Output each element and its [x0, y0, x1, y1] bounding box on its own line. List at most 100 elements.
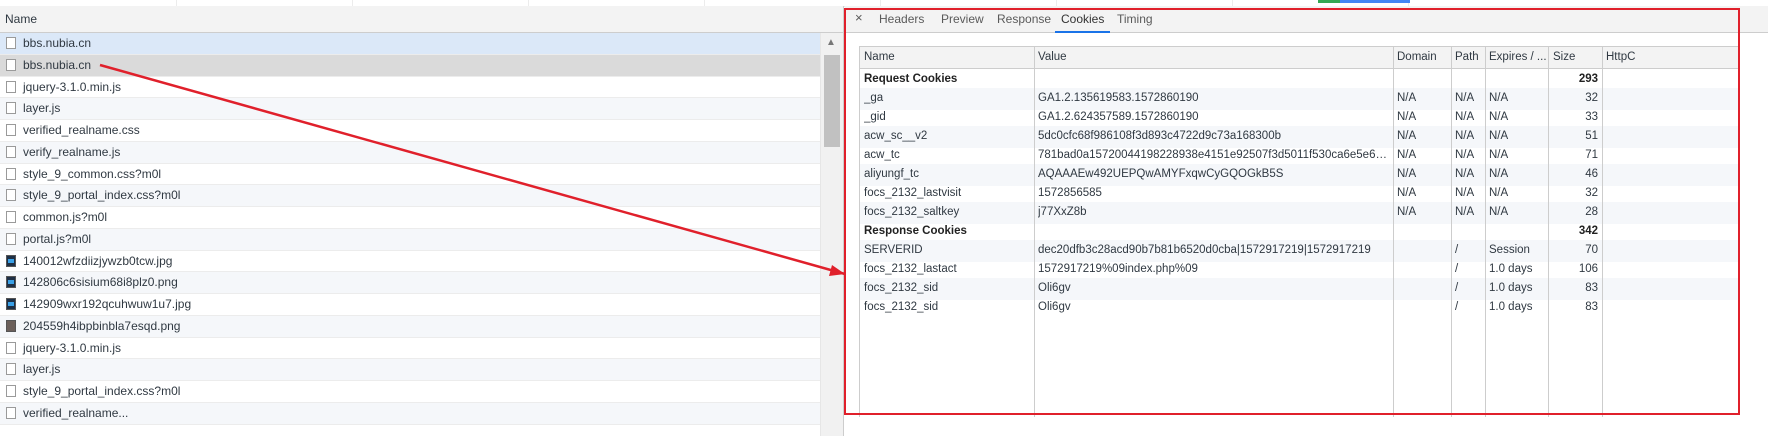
tab-headers[interactable]: Headers: [879, 12, 924, 26]
list-item[interactable]: jquery-3.1.0.min.js: [0, 338, 820, 360]
cookie-value: AQAAAEw492UEPQwAMYFxqwCyGQOGkB5S: [1038, 168, 1284, 180]
close-icon[interactable]: ×: [855, 10, 863, 25]
cookie-size: 106: [1578, 263, 1598, 275]
cookie-domain: N/A: [1397, 149, 1417, 161]
request-name: 140012wfzdiizjywzb0tcw.jpg: [23, 253, 173, 268]
cookie-expires: N/A: [1489, 187, 1509, 199]
document-icon: [6, 341, 16, 354]
timeline-bar-blue: [1340, 0, 1410, 3]
column-header-expires[interactable]: Expires / ...: [1489, 51, 1547, 63]
tab-cookies[interactable]: Cookies: [1054, 12, 1111, 33]
list-item[interactable]: 204559h4ibpbinbla7esqd.png: [0, 315, 820, 338]
scroll-thumb[interactable]: [824, 55, 840, 147]
cookies-table-header: Name Value Domain Path Expires / ... Siz…: [860, 47, 1738, 69]
list-item[interactable]: layer.js: [0, 359, 820, 381]
list-item[interactable]: jquery-3.1.0.min.js: [0, 77, 820, 99]
cookie-expires: N/A: [1489, 111, 1509, 123]
column-header-httponly[interactable]: HttpC: [1606, 51, 1646, 63]
document-icon: [6, 232, 16, 245]
scroll-up-arrow-icon[interactable]: ▲: [826, 37, 836, 48]
request-name: jquery-3.1.0.min.js: [23, 79, 122, 94]
tab-timing[interactable]: Timing: [1117, 12, 1153, 26]
list-item[interactable]: 140012wfzdiizjywzb0tcw.jpg: [0, 251, 820, 273]
cookie-domain: N/A: [1397, 206, 1417, 218]
list-item[interactable]: layer.js: [0, 98, 820, 120]
cookie-size: 71: [1585, 149, 1598, 161]
cookie-value: GA1.2.624357589.1572860190: [1038, 111, 1199, 123]
list-item[interactable]: 142806c6sisium68i8plz0.png: [0, 272, 820, 294]
request-list-scrollbar[interactable]: ▲: [820, 33, 843, 436]
list-item[interactable]: bbs.nubia.cn: [0, 54, 820, 77]
cookie-expires: N/A: [1489, 92, 1509, 104]
request-name: layer.js: [23, 101, 61, 116]
request-name: 204559h4ibpbinbla7esqd.png: [23, 318, 181, 333]
column-header-domain[interactable]: Domain: [1397, 51, 1451, 63]
cookie-size: 32: [1585, 187, 1598, 199]
cookie-domain: N/A: [1397, 187, 1417, 199]
table-row[interactable]: focs_2132_sid Oli6gv / 1.0 days 83: [860, 297, 1738, 319]
cookie-name: focs_2132_sid: [864, 301, 939, 313]
cookie-expires: Session: [1489, 244, 1530, 256]
cookie-name: focs_2132_sid: [864, 282, 939, 294]
list-item[interactable]: bbs.nubia.cn: [0, 33, 820, 55]
cookie-size: 46: [1585, 168, 1598, 180]
column-header-size[interactable]: Size: [1553, 51, 1598, 63]
column-divider: [1548, 47, 1549, 417]
name-column-header[interactable]: Name: [5, 12, 37, 26]
cookie-path: N/A: [1455, 206, 1475, 218]
list-item[interactable]: portal.js?m0l: [0, 228, 820, 251]
cookie-domain: N/A: [1397, 168, 1417, 180]
cookie-name: acw_tc: [864, 149, 900, 161]
image-file-icon: [6, 319, 16, 332]
tab-preview[interactable]: Preview: [941, 12, 984, 26]
column-divider: [1034, 47, 1035, 417]
document-icon: [6, 80, 16, 93]
timeline-bar-green: [1318, 0, 1340, 3]
image-file-icon: [6, 298, 16, 310]
list-item[interactable]: style_9_common.css?m0l: [0, 164, 820, 186]
tab-response[interactable]: Response: [997, 12, 1051, 26]
document-icon: [6, 385, 16, 397]
cookie-expires: N/A: [1489, 168, 1509, 180]
column-header-value[interactable]: Value: [1038, 51, 1388, 63]
cookie-expires: 1.0 days: [1489, 301, 1533, 313]
list-item[interactable]: style_9_portal_index.css?m0l: [0, 185, 820, 207]
request-name: common.js?m0l: [23, 210, 108, 224]
request-name: style_9_portal_index.css?m0l: [23, 188, 181, 203]
request-name: layer.js: [23, 362, 61, 377]
document-icon: [6, 363, 16, 376]
cookie-expires: 1.0 days: [1489, 263, 1533, 275]
list-item[interactable]: common.js?m0l: [0, 207, 820, 229]
cookie-expires: N/A: [1489, 130, 1509, 142]
list-item[interactable]: verified_realname...: [0, 402, 820, 425]
request-name: portal.js?m0l: [23, 231, 92, 246]
cookie-size: 83: [1585, 301, 1598, 313]
cookie-name: _ga: [864, 92, 884, 104]
cookie-value: 1572917219%09index.php%09: [1038, 263, 1198, 275]
list-item[interactable]: verified_realname.css: [0, 120, 820, 142]
document-icon: [6, 406, 16, 419]
cookie-value: j77XxZ8b: [1038, 206, 1087, 218]
cookie-value: Oli6gv: [1038, 282, 1071, 294]
cookie-path: /: [1455, 263, 1459, 275]
request-name: 142806c6sisium68i8plz0.png: [23, 275, 178, 290]
cookie-path: N/A: [1455, 187, 1475, 199]
cookie-path: N/A: [1455, 92, 1475, 104]
request-name: verified_realname...: [23, 405, 129, 420]
list-item[interactable]: 142909wxr192qcuhwuw1u7.jpg: [0, 294, 820, 316]
cookie-size: 33: [1585, 111, 1598, 123]
list-item[interactable]: verify_realname.js: [0, 141, 820, 164]
column-header-name[interactable]: Name: [864, 51, 1034, 63]
cookie-name: focs_2132_lastvisit: [864, 187, 962, 199]
request-list-pane: Name bbs.nubia.cn bbs.nubia.cn jquery-3.1.…: [0, 6, 844, 436]
cookie-path: N/A: [1455, 111, 1475, 123]
document-icon: [6, 211, 16, 223]
cookie-expires: 1.0 days: [1489, 282, 1533, 294]
request-list-header[interactable]: Name: [0, 6, 843, 33]
cookie-size: 293: [1578, 73, 1598, 85]
column-header-path[interactable]: Path: [1455, 51, 1483, 63]
list-item[interactable]: style_9_portal_index.css?m0l: [0, 381, 820, 403]
cookie-name: Response Cookies: [864, 225, 967, 237]
document-icon: [6, 189, 16, 202]
cookie-value: 1572856585: [1038, 187, 1102, 199]
